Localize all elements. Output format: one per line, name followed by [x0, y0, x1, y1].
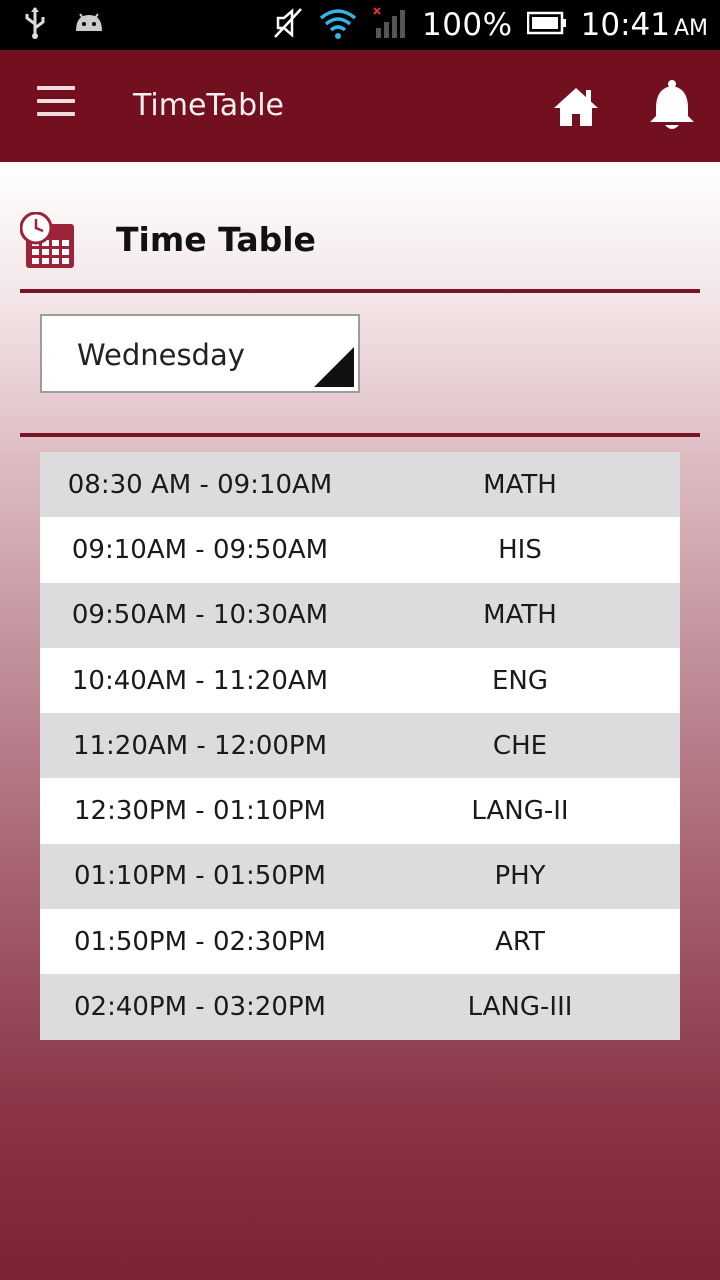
table-row: 02:40PM - 03:20PM LANG-III [40, 974, 680, 1040]
period-time: 08:30 AM - 09:10AM [67, 469, 333, 500]
day-selector-dropdown[interactable]: Wednesday [40, 314, 360, 393]
table-row: 01:10PM - 01:50PM PHY [40, 843, 680, 910]
timetable-list: 08:30 AM - 09:10AM MATH 09:10AM - 09:50AM… [40, 452, 680, 1040]
home-icon [554, 88, 598, 126]
battery-icon [526, 11, 567, 40]
period-time: 11:20AM - 12:00PM [72, 730, 328, 761]
calendar-clock-icon [20, 212, 74, 268]
section-header: Time Table [20, 212, 700, 292]
table-row: 09:50AM - 10:30AM MATH [40, 582, 680, 648]
day-selector-value: Wednesday [77, 338, 245, 372]
mute-icon [272, 6, 304, 45]
app-bar: TimeTable [0, 50, 720, 162]
menu-icon-line [37, 112, 75, 116]
period-subject: PHY [494, 861, 546, 892]
table-row: 09:10AM - 09:50AM HIS [40, 517, 680, 583]
status-time-ampm: AM [673, 16, 708, 41]
period-time: 10:40AM - 11:20AM [71, 665, 329, 696]
period-time: 12:30PM - 01:10PM [74, 796, 326, 827]
menu-button[interactable] [30, 86, 82, 128]
menu-icon [37, 86, 75, 90]
period-subject: ENG [491, 665, 549, 696]
status-left [22, 6, 106, 45]
period-time: 09:10AM - 09:50AM [71, 534, 329, 565]
table-row: 11:20AM - 12:00PM CHE [40, 713, 680, 779]
table-row: 12:30PM - 01:10PM LANG-II [40, 778, 680, 844]
period-subject: CHE [492, 730, 548, 761]
period-time: 01:10PM - 01:50PM [74, 861, 326, 892]
android-icon [72, 9, 106, 42]
status-time-value: 10:41 [580, 7, 670, 43]
main-content: Time Table Wednesday 08:30 AM - 09:10AM M… [0, 162, 720, 1280]
period-subject: MATH [483, 469, 557, 500]
notifications-button[interactable] [644, 78, 700, 134]
period-subject: MATH [483, 600, 557, 631]
menu-icon-line [37, 99, 75, 103]
period-subject: LANG-II [471, 796, 569, 827]
app-title: TimeTable [133, 88, 284, 123]
status-time: 10:41 AM [581, 7, 708, 43]
period-time: 09:50AM - 10:30AM [71, 600, 329, 631]
period-time: 01:50PM - 02:30PM [74, 926, 326, 957]
signal-icon [372, 6, 408, 45]
dropdown-triangle-icon [314, 347, 354, 387]
divider [20, 289, 700, 293]
battery-percent: 100% [421, 7, 513, 43]
table-row: 10:40AM - 11:20AM ENG [40, 647, 680, 714]
table-row: 01:50PM - 02:30PM ART [40, 909, 680, 975]
table-row: 08:30 AM - 09:10AM MATH [40, 452, 680, 518]
section-title: Time Table [116, 220, 316, 259]
period-subject: ART [495, 926, 545, 957]
divider [20, 433, 700, 437]
bell-icon [650, 80, 694, 129]
period-time: 02:40PM - 03:20PM [74, 992, 326, 1023]
period-subject: HIS [498, 534, 542, 565]
wifi-icon [318, 6, 358, 45]
status-bar: 100% 10:41 AM [0, 0, 720, 50]
home-button[interactable] [552, 84, 600, 130]
period-subject: LANG-III [467, 992, 573, 1023]
usb-icon [22, 6, 48, 45]
status-right: 100% 10:41 AM [272, 0, 708, 50]
